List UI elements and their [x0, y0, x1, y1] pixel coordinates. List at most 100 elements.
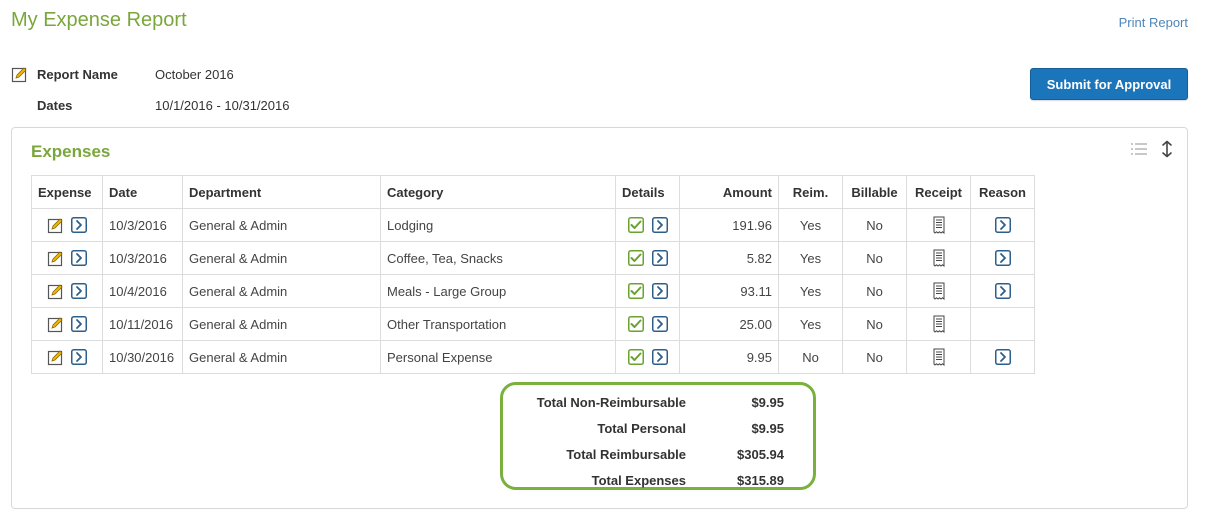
report-name-label: Report Name	[37, 67, 118, 82]
arrow-right-icon[interactable]	[71, 217, 88, 234]
arrow-right-icon[interactable]	[651, 250, 668, 267]
col-category: Category	[380, 175, 616, 209]
page-title: My Expense Report	[11, 9, 187, 31]
checkbox-checked-icon[interactable]	[627, 316, 644, 333]
col-receipt: Receipt	[906, 175, 971, 209]
cell-billable: No	[842, 340, 907, 374]
arrow-right-icon[interactable]	[994, 250, 1011, 267]
cell-amount: 93.11	[679, 274, 779, 308]
total-personal-value: $9.95	[751, 421, 784, 436]
cell-department: General & Admin	[182, 274, 381, 308]
total-expenses-value: $315.89	[737, 473, 784, 488]
receipt-icon[interactable]	[930, 249, 947, 267]
print-report-link[interactable]: Print Report	[1119, 15, 1188, 30]
total-non-reimbursable-value: $9.95	[751, 395, 784, 410]
receipt-icon[interactable]	[930, 216, 947, 234]
cell-amount: 191.96	[679, 208, 779, 242]
cell-amount: 5.82	[679, 241, 779, 275]
expenses-table: Expense Date Department Category Details…	[31, 175, 1035, 374]
totals-summary: Total Non-Reimbursable $9.95 Total Perso…	[500, 382, 816, 490]
cell-date: 10/4/2016	[102, 274, 183, 308]
total-reimbursable-value: $305.94	[737, 447, 784, 462]
checkbox-checked-icon[interactable]	[627, 250, 644, 267]
sort-icon[interactable]	[1161, 140, 1173, 158]
arrow-right-icon[interactable]	[651, 217, 668, 234]
arrow-right-icon[interactable]	[71, 349, 88, 366]
edit-icon[interactable]	[47, 217, 64, 234]
receipt-icon[interactable]	[930, 282, 947, 300]
cell-billable: No	[842, 307, 907, 341]
arrow-right-icon[interactable]	[651, 349, 668, 366]
cell-reim: Yes	[778, 208, 843, 242]
submit-for-approval-button[interactable]: Submit for Approval	[1030, 68, 1188, 100]
report-name-row: Report Name October 2016	[11, 66, 234, 83]
report-name-value: October 2016	[155, 67, 234, 82]
list-view-icon[interactable]	[1131, 142, 1147, 156]
cell-amount: 25.00	[679, 307, 779, 341]
cell-category: Other Transportation	[380, 307, 616, 341]
expenses-section-title: Expenses	[31, 142, 111, 161]
col-expense: Expense	[31, 175, 103, 209]
cell-reim: Yes	[778, 274, 843, 308]
table-row[interactable]: 10/3/2016 General & Admin Coffee, Tea, S…	[31, 241, 1035, 275]
receipt-icon[interactable]	[930, 315, 947, 333]
total-non-reimbursable-label: Total Non-Reimbursable	[536, 395, 686, 410]
cell-date: 10/3/2016	[102, 208, 183, 242]
table-row[interactable]: 10/3/2016 General & Admin Lodging 191.96…	[31, 208, 1035, 242]
col-reim: Reim.	[778, 175, 843, 209]
col-amount: Amount	[679, 175, 779, 209]
cell-category: Coffee, Tea, Snacks	[380, 241, 616, 275]
arrow-right-icon[interactable]	[994, 283, 1011, 300]
edit-icon[interactable]	[47, 283, 64, 300]
arrow-right-icon[interactable]	[71, 316, 88, 333]
cell-department: General & Admin	[182, 241, 381, 275]
cell-amount: 9.95	[679, 340, 779, 374]
col-department: Department	[182, 175, 381, 209]
edit-icon[interactable]	[11, 66, 28, 83]
cell-category: Personal Expense	[380, 340, 616, 374]
cell-reim: No	[778, 340, 843, 374]
cell-date: 10/30/2016	[102, 340, 183, 374]
checkbox-checked-icon[interactable]	[627, 217, 644, 234]
total-expenses-label: Total Expenses	[591, 473, 686, 488]
cell-billable: No	[842, 241, 907, 275]
expenses-panel: Expenses Expense Date Department Categor…	[11, 127, 1188, 509]
arrow-right-icon[interactable]	[71, 250, 88, 267]
cell-billable: No	[842, 208, 907, 242]
dates-row: Dates 10/1/2016 - 10/31/2016	[11, 98, 289, 113]
col-details: Details	[615, 175, 680, 209]
col-billable: Billable	[842, 175, 907, 209]
arrow-right-icon[interactable]	[651, 283, 668, 300]
total-personal-label: Total Personal	[597, 421, 686, 436]
total-reimbursable-label: Total Reimbursable	[566, 447, 686, 462]
checkbox-checked-icon[interactable]	[627, 283, 644, 300]
col-date: Date	[102, 175, 183, 209]
cell-reim: Yes	[778, 307, 843, 341]
dates-value: 10/1/2016 - 10/31/2016	[155, 98, 290, 113]
arrow-right-icon[interactable]	[651, 316, 668, 333]
cell-billable: No	[842, 274, 907, 308]
dates-label: Dates	[37, 98, 73, 113]
table-row[interactable]: 10/4/2016 General & Admin Meals - Large …	[31, 274, 1035, 308]
col-reason: Reason	[970, 175, 1035, 209]
receipt-icon[interactable]	[930, 348, 947, 366]
table-row[interactable]: 10/30/2016 General & Admin Personal Expe…	[31, 340, 1035, 374]
arrow-right-icon[interactable]	[994, 217, 1011, 234]
checkbox-checked-icon[interactable]	[627, 349, 644, 366]
panel-tools	[1131, 140, 1173, 158]
cell-date: 10/11/2016	[102, 307, 183, 341]
edit-icon[interactable]	[47, 316, 64, 333]
cell-department: General & Admin	[182, 307, 381, 341]
edit-icon[interactable]	[47, 349, 64, 366]
cell-reim: Yes	[778, 241, 843, 275]
edit-icon[interactable]	[47, 250, 64, 267]
arrow-right-icon[interactable]	[994, 349, 1011, 366]
arrow-right-icon[interactable]	[71, 283, 88, 300]
cell-category: Lodging	[380, 208, 616, 242]
table-header-row: Expense Date Department Category Details…	[31, 175, 1035, 209]
cell-department: General & Admin	[182, 340, 381, 374]
cell-department: General & Admin	[182, 208, 381, 242]
cell-category: Meals - Large Group	[380, 274, 616, 308]
table-row[interactable]: 10/11/2016 General & Admin Other Transpo…	[31, 307, 1035, 341]
cell-date: 10/3/2016	[102, 241, 183, 275]
